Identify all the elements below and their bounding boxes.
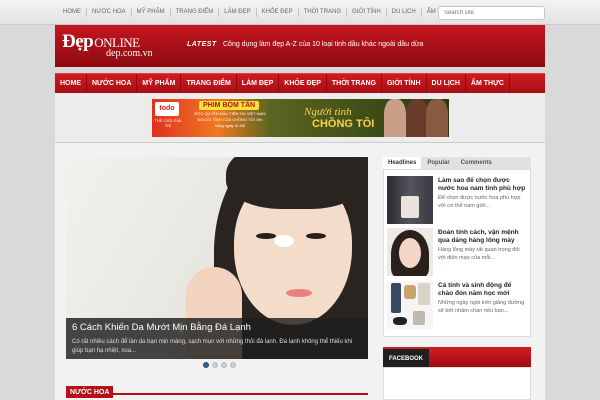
headline-excerpt: Những ngày ngồi trên giảng đường sẽ bớt … (438, 300, 525, 314)
headline-title[interactable]: Đoán tính cách, vận mệnh qua dáng hàng l… (438, 229, 528, 245)
search-input[interactable] (438, 6, 545, 20)
top-nav-item[interactable]: THỜI TRANG (299, 8, 348, 17)
main-nav-item[interactable]: ẨM THỰC (466, 74, 510, 93)
banner-band: todo THẾ GIỚI GIẢI TRÍ PHIM BỘM TẤN ĐỘC … (55, 93, 545, 143)
headline-thumbnail[interactable] (387, 281, 433, 329)
facebook-widget-header: FACEBOOK (383, 347, 531, 369)
slide-caption[interactable]: 6 Cách Khiến Da Mướt Mịn Bằng Đá Lạnh Có… (66, 318, 368, 359)
banner-person-image (406, 99, 428, 137)
banner-person-image (426, 99, 448, 137)
headline-item[interactable]: Đoán tính cách, vận mệnh qua dáng hàng l… (387, 228, 527, 278)
main-nav-item[interactable]: GIỚI TÍNH (382, 74, 427, 93)
latest-ticker-link[interactable]: Công dụng làm đẹp A-Z của 10 loại tinh d… (223, 41, 423, 48)
headline-thumbnail[interactable] (387, 228, 433, 276)
banner-person-image (384, 99, 406, 137)
tab-headlines[interactable]: Headlines (383, 157, 422, 169)
headline-title[interactable]: Cá tính và sinh động để chào đón năm học… (438, 282, 528, 298)
slide-excerpt: Có rất nhiều cách để làn da bạn mịn màng… (72, 339, 353, 354)
sidebar-tabs: Headlines Popular Comments (383, 157, 531, 169)
latest-label: LATEST (187, 41, 217, 48)
slider-dot[interactable] (212, 362, 218, 368)
banner-logo-subtitle: THẾ GIỚI GIẢI TRÍ (154, 118, 182, 128)
main-nav-item[interactable]: MỸ PHẨM (137, 74, 182, 93)
headline-thumbnail[interactable] (387, 176, 433, 224)
banner-title-2: CHỒNG TÔI (312, 118, 375, 130)
main-nav-item[interactable]: THỜI TRANG (327, 74, 382, 93)
main-nav-item[interactable]: LÀM ĐẸP (237, 74, 280, 93)
top-nav-item[interactable]: GIỚI TÍNH (347, 8, 387, 17)
section-title[interactable]: NƯỚC HOA (66, 386, 114, 398)
top-bar: HOME NƯỚC HOA MỸ PHẨM TRANG ĐIỂM LÀM ĐẸP… (0, 0, 600, 25)
top-nav-item[interactable]: HOME (58, 8, 87, 17)
top-nav-item[interactable]: TRANG ĐIỂM (171, 8, 220, 17)
slide-title[interactable]: 6 Cách Khiến Da Mướt Mịn Bằng Đá Lạnh (72, 322, 362, 333)
slide-eye-shape (306, 233, 326, 239)
top-nav-item[interactable]: DU LỊCH (387, 8, 422, 17)
headline-excerpt: Hàng lông mày rất quan trọng đối với diệ… (438, 247, 520, 261)
slide-eye-shape (256, 233, 276, 239)
banner-text: ĐỘC QUYỀN ĐẦU TIÊN TẠI VIỆT NAM NGƯỜI TÌ… (194, 111, 266, 128)
logo-domain: dep.com.vn (106, 48, 153, 59)
slider-dot[interactable] (230, 362, 236, 368)
main-nav-item[interactable]: DU LỊCH (427, 74, 466, 93)
headline-excerpt: Để chọn được nước hoa phù hợp với cơ thể… (438, 195, 521, 209)
slide-cream-dab (274, 235, 294, 247)
main-nav: HOME NƯỚC HOA MỸ PHẨM TRANG ĐIỂM LÀM ĐẸP… (55, 73, 545, 93)
banner-tag: PHIM BỘM TẤN (199, 101, 260, 110)
tab-popular[interactable]: Popular (422, 157, 455, 169)
tab-comments[interactable]: Comments (455, 157, 497, 169)
slider-dot[interactable] (203, 362, 209, 368)
slider-dot[interactable] (221, 362, 227, 368)
slider-pagination (203, 362, 236, 368)
slide-fringe-shape (226, 157, 366, 209)
top-nav-item[interactable]: NƯỚC HOA (87, 8, 132, 17)
site-header: ĐẹpONLINE dep.com.vn LATEST Công dụng là… (55, 25, 545, 67)
main-nav-item[interactable]: TRANG ĐIỂM (181, 74, 237, 93)
main-nav-item[interactable]: HOME (55, 74, 87, 93)
advertisement-banner[interactable]: todo THẾ GIỚI GIẢI TRÍ PHIM BỘM TẤN ĐỘC … (152, 99, 449, 137)
headline-title[interactable]: Làm sao để chọn được nước hoa nam tinh p… (438, 177, 528, 193)
top-nav-item[interactable]: MỸ PHẨM (132, 8, 171, 17)
top-nav-item[interactable]: KHỎE ĐẸP (257, 8, 299, 17)
slide-lips-shape (286, 289, 312, 297)
top-nav: HOME NƯỚC HOA MỸ PHẨM TRANG ĐIỂM LÀM ĐẸP… (58, 8, 460, 17)
logo-text: Đẹp (62, 31, 94, 52)
headlines-widget: Làm sao để chọn được nước hoa nam tinh p… (383, 169, 531, 337)
facebook-label: FACEBOOK (383, 349, 430, 369)
main-nav-item[interactable]: NƯỚC HOA (87, 74, 138, 93)
main-nav-item[interactable]: KHỎE ĐẸP (279, 74, 327, 93)
section-header: NƯỚC HOA (66, 381, 368, 398)
facebook-widget-body (383, 367, 531, 400)
top-nav-item[interactable]: LÀM ĐẸP (219, 8, 257, 17)
site-logo[interactable]: ĐẹpONLINE dep.com.vn (62, 32, 153, 59)
headline-item[interactable]: Cá tính và sinh động để chào đón năm học… (387, 281, 527, 331)
headline-item[interactable]: Làm sao để chọn được nước hoa nam tinh p… (387, 176, 527, 226)
banner-logo: todo (155, 102, 179, 116)
banner-title: Người tình (304, 106, 352, 118)
